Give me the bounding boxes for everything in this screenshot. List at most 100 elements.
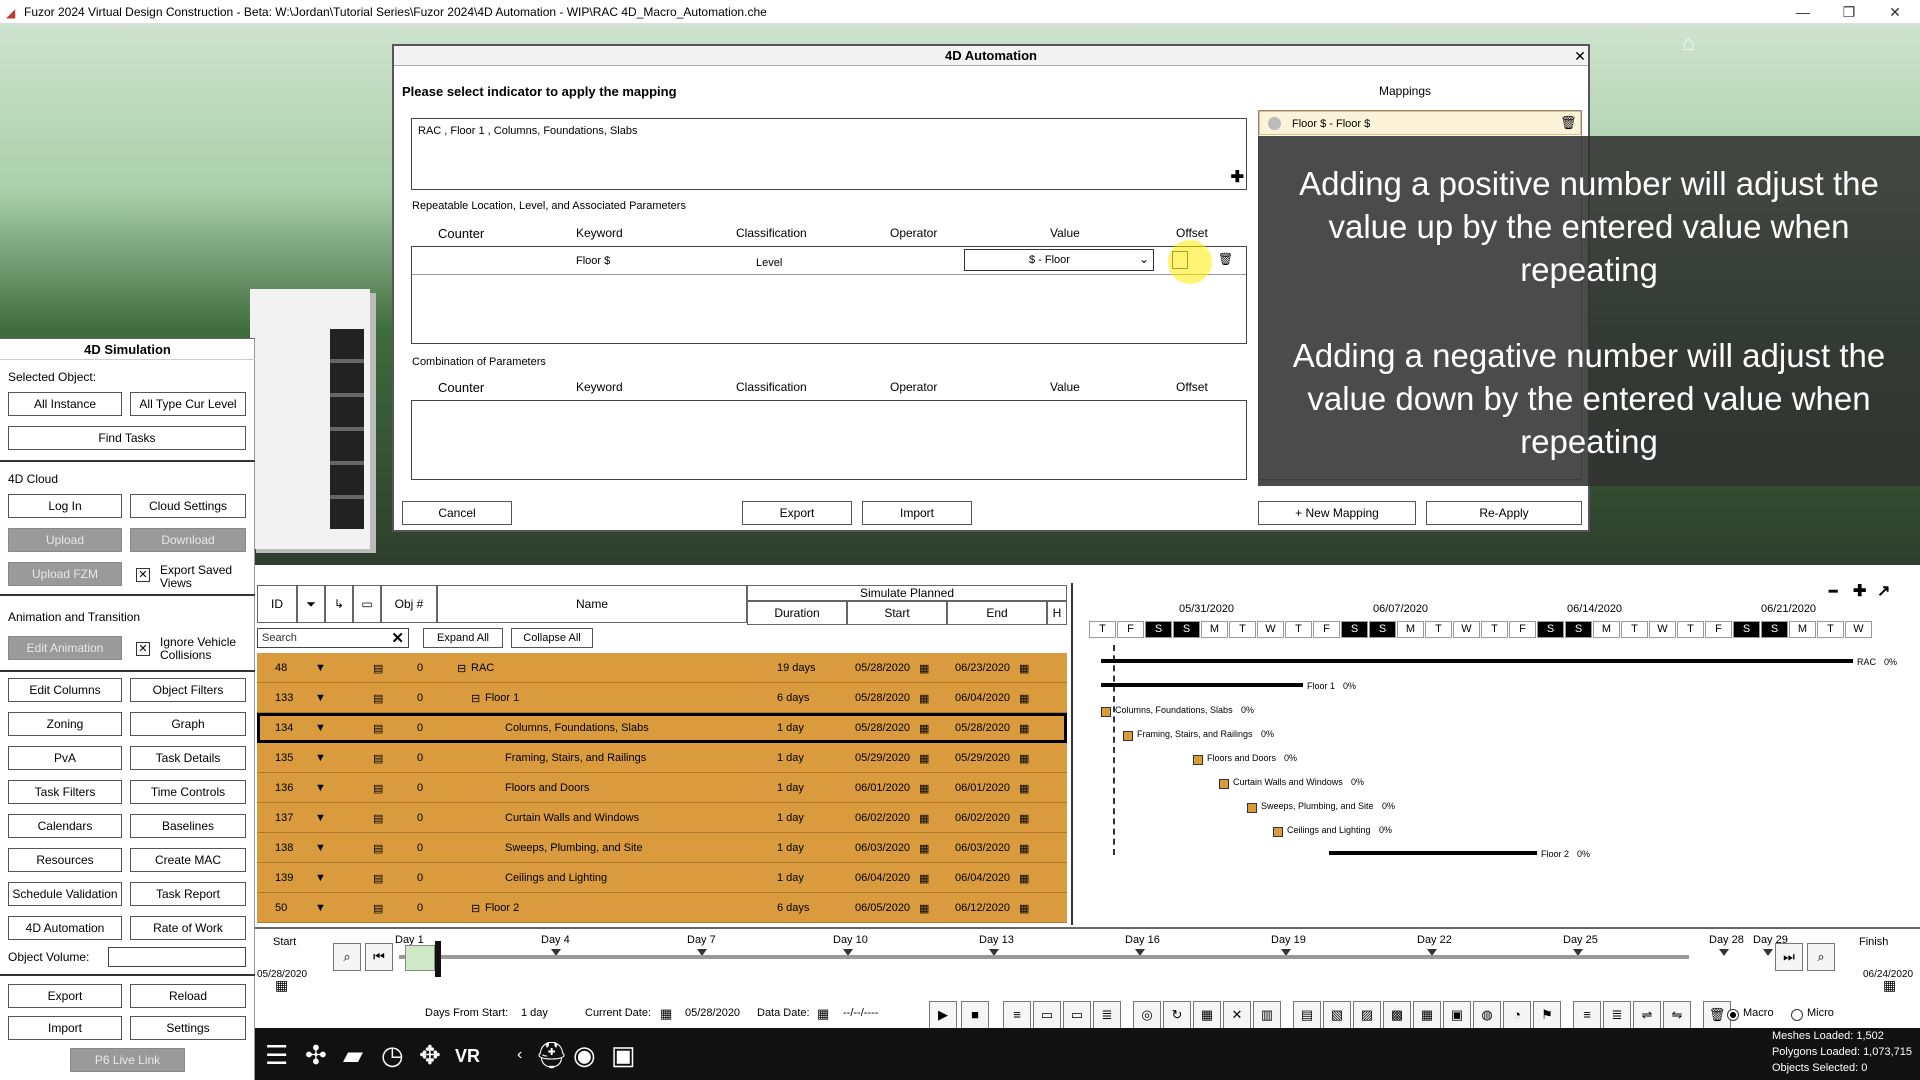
add-icon[interactable]: ✚ (1231, 167, 1244, 187)
sort-icon[interactable]: ≣ (1603, 1001, 1631, 1029)
import-button[interactable]: Import (862, 501, 972, 525)
p6-live-link-button[interactable]: P6 Live Link (70, 1048, 185, 1072)
all-type-cur-level-button[interactable]: All Type Cur Level (130, 392, 246, 416)
value-dropdown[interactable]: $ - Floor ⌄ (964, 249, 1154, 271)
col-h[interactable]: H (1047, 601, 1067, 625)
minimize-button[interactable]: — (1788, 2, 1818, 22)
filter-icon[interactable]: ▼ (315, 722, 326, 734)
task-details-button[interactable]: Task Details (130, 746, 246, 770)
filter-icon[interactable]: ▼ (315, 782, 326, 794)
calendar-icon[interactable]: ▦ (919, 812, 929, 825)
resources-button[interactable]: Resources (8, 848, 122, 872)
play-icon[interactable]: ▶ (929, 1001, 957, 1029)
object-volume-field[interactable] (108, 947, 246, 967)
calendar-icon[interactable]: ▦ (1019, 842, 1029, 855)
new-mapping-button[interactable]: + New Mapping (1258, 501, 1416, 525)
close-window-button[interactable]: ✕ (1880, 2, 1910, 22)
macro-radio[interactable] (1727, 1009, 1739, 1021)
notes-icon[interactable]: ▤ (373, 902, 383, 915)
param-row[interactable]: Floor $ Level $ - Floor ⌄ 🗑 (412, 247, 1246, 275)
collapse-icon[interactable]: ⊟ (457, 662, 466, 675)
clock-icon[interactable]: ◷ (381, 1040, 404, 1071)
create-mac-button[interactable]: Create MAC (130, 848, 246, 872)
collapse-all-button[interactable]: Collapse All (511, 628, 593, 648)
ignore-vehicle-collisions-checkbox[interactable]: ✕ (136, 642, 150, 656)
settings-button[interactable]: Settings (130, 1016, 246, 1040)
zoom-in-icon[interactable]: ⌕ (1807, 943, 1835, 971)
folder-icon[interactable]: ▰ (343, 1040, 363, 1071)
grid-icon[interactable]: ▦ (1193, 1001, 1221, 1029)
calendar-icon[interactable]: ▦ (919, 722, 929, 735)
calendar-icon[interactable]: ▦ (1019, 782, 1029, 795)
col-duration[interactable]: Duration (747, 601, 847, 625)
gantt-bar[interactable] (1273, 827, 1283, 837)
4d-automation-button[interactable]: 4D Automation (8, 916, 122, 940)
table-row[interactable]: 136 ▼ ▤ 0 Floors and Doors 1 day 06/01/2020 ▦ 06… (257, 773, 1067, 803)
refresh-icon[interactable]: ↻ (1163, 1001, 1191, 1029)
timer-icon[interactable]: ◍ (1473, 1001, 1501, 1029)
notes-icon[interactable]: ▭ (353, 585, 381, 623)
layout-icon[interactable]: ▨ (1353, 1001, 1381, 1029)
layout-icon[interactable]: ▩ (1383, 1001, 1411, 1029)
notes-icon[interactable]: ▤ (373, 812, 383, 825)
expand-icon[interactable]: ↗ (1877, 581, 1890, 601)
calendar-icon[interactable]: ▦ (919, 752, 929, 765)
bar-icon[interactable]: ▭ (1033, 1001, 1061, 1029)
gantt-bar[interactable] (1193, 755, 1203, 765)
hardhat-icon[interactable]: ⛑ (535, 1040, 568, 1071)
table-row[interactable]: 133 ▼ ▤ 0 ⊟ Floor 1 6 days 05/28/2020 ▦ 06/04/202… (257, 683, 1067, 713)
minus-icon[interactable]: ━ (1829, 583, 1837, 600)
calendar-icon[interactable]: ▦ (919, 692, 929, 705)
gantt-bar[interactable] (1247, 803, 1257, 813)
mapping-item[interactable]: Floor $ - Floor $ 🗑 (1259, 111, 1581, 135)
filter-icon[interactable]: ▼ (315, 692, 326, 704)
clear-search-icon[interactable]: ✕ (391, 629, 404, 647)
gantt-bar[interactable] (1101, 659, 1853, 663)
gantt-bar[interactable] (1219, 779, 1229, 789)
calendar-icon[interactable]: ▦ (919, 782, 929, 795)
building-model[interactable] (250, 289, 370, 549)
calendar-icon[interactable]: ▦ (1883, 977, 1896, 994)
reload-button[interactable]: Reload (130, 984, 246, 1008)
indent-icon[interactable]: ↳ (325, 585, 353, 623)
time-controls-button[interactable]: Time Controls (130, 780, 246, 804)
micro-radio[interactable] (1791, 1009, 1803, 1021)
notes-icon[interactable]: ▤ (373, 722, 383, 735)
filter-icon[interactable]: ▼ (315, 812, 326, 824)
vr-icon[interactable]: VR (455, 1046, 480, 1067)
dialog-close-icon[interactable]: ✕ (1572, 46, 1588, 66)
table-row[interactable]: 134 ▼ ▤ 0 Columns, Foundations, Slabs 1 day 05… (257, 713, 1067, 743)
notes-icon[interactable]: ▤ (373, 752, 383, 765)
task-filters-button[interactable]: Task Filters (8, 780, 122, 804)
gantt-bar[interactable] (1101, 707, 1111, 717)
eye-icon[interactable]: ◉ (573, 1040, 596, 1071)
calendar-icon[interactable]: ▦ (1019, 722, 1029, 735)
cloud-settings-button[interactable]: Cloud Settings (130, 494, 246, 518)
gantt-bar[interactable] (1101, 683, 1303, 687)
download-button[interactable]: Download (130, 528, 246, 552)
calendar-icon[interactable]: ▦ (1019, 662, 1029, 675)
col-obj[interactable]: Obj # (381, 585, 437, 623)
edit-columns-button[interactable]: Edit Columns (8, 678, 122, 702)
find-tasks-button[interactable]: Find Tasks (8, 426, 246, 450)
notes-icon[interactable]: ▤ (373, 872, 383, 885)
filter-icon[interactable]: ▼ (315, 752, 326, 764)
import-button[interactable]: Import (8, 1016, 122, 1040)
calendar-icon[interactable]: ▦ (919, 842, 929, 855)
move-icon[interactable]: ✥ (419, 1040, 441, 1071)
filter-icon[interactable]: ▼ (315, 842, 326, 854)
search-input[interactable]: Search ✕ (257, 628, 409, 648)
layout-icon[interactable]: ▦ (1413, 1001, 1441, 1029)
expand-all-button[interactable]: Expand All (423, 628, 503, 648)
calendar-icon[interactable]: ▦ (817, 1006, 829, 1022)
log-in-button[interactable]: Log In (8, 494, 122, 518)
object-filters-button[interactable]: Object Filters (130, 678, 246, 702)
notes-icon[interactable]: ▤ (373, 782, 383, 795)
filter-icon[interactable]: ▼ (315, 662, 326, 674)
table-row[interactable]: 50 ▼ ▤ 0 ⊟ Floor 2 6 days 06/05/2020 ▦ 06/12/2020… (257, 893, 1067, 923)
trash-icon[interactable]: 🗑 (1218, 252, 1233, 266)
link-icon[interactable]: ⇌ (1633, 1001, 1661, 1029)
notes-icon[interactable]: ▤ (373, 842, 383, 855)
report-icon[interactable]: ▤ (1293, 1001, 1321, 1029)
timeline-handle[interactable] (435, 941, 441, 977)
